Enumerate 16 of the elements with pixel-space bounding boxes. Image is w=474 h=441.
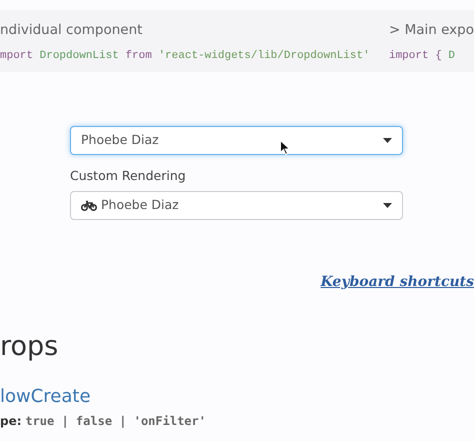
prop-name: lowCreate bbox=[0, 388, 92, 406]
section-heading: > Main expo bbox=[388, 21, 474, 40]
code-line: mport DropdownList from 'react-widgets/lib/DropdownList' bbox=[0, 49, 371, 64]
dropdown-field[interactable]: Phoebe Diaz bbox=[70, 190, 403, 220]
bicycle-icon bbox=[81, 200, 97, 211]
section-heading: ndividual component bbox=[0, 21, 144, 40]
type-value: true | false | 'onFilter' bbox=[25, 414, 206, 428]
cursor-icon bbox=[280, 140, 290, 155]
caret-icon bbox=[383, 138, 392, 143]
dropdown-field[interactable]: Phoebe Diaz bbox=[70, 126, 403, 155]
shortcuts-link[interactable]: Keyboard shortcuts bbox=[320, 272, 474, 293]
type-label: pe: bbox=[0, 414, 22, 428]
section-heading: rops bbox=[0, 332, 60, 360]
code-line: import { D bbox=[388, 49, 456, 64]
field-label: Custom Rendering bbox=[70, 167, 187, 185]
caret-icon bbox=[383, 202, 392, 208]
